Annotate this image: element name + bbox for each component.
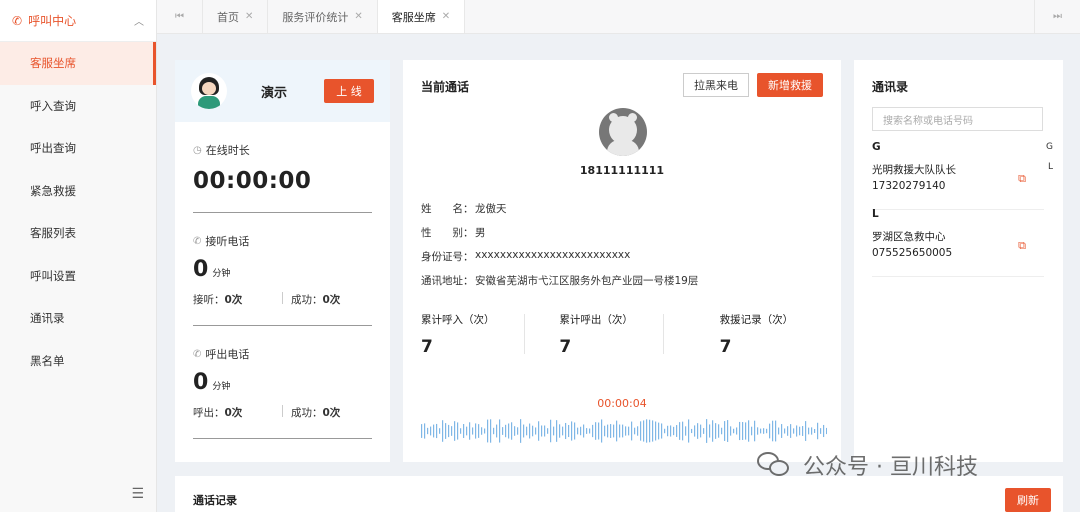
tab-label: 客服坐席 [391, 10, 436, 24]
total-incoming: 累计呼入（次） 7 [421, 314, 495, 357]
copy-icon[interactable]: ⧉ [1018, 239, 1026, 253]
add-rescue-button[interactable]: 新增救援 [757, 73, 823, 97]
divider [193, 212, 372, 213]
agent-header: 演示 上 线 [175, 60, 390, 122]
outgoing-minutes: 0 [193, 370, 209, 395]
agent-card: 演示 上 线 ◷ 在线时长 00:00:00 ✆ 接听电话 0 分钟 接听：0次 成… [175, 60, 390, 462]
caller-gender-row: 性 别：男 [421, 227, 486, 239]
tab-label: 首页 [217, 10, 239, 24]
contacts-card: 通讯录 搜索名称或电话号码 G G L 光明救援大队队长 17320279140… [854, 60, 1063, 462]
caller-phone: 18111111111 [579, 164, 665, 177]
close-icon[interactable]: ✕ [354, 11, 362, 22]
tab-service-evaluation[interactable]: 服务评价统计 ✕ [268, 0, 378, 33]
answered-count: 接听：0次 [193, 294, 243, 306]
contact-name: 光明救援大队队长 [872, 164, 956, 176]
contact-group-letter: G [872, 141, 881, 153]
online-duration-label: ◷ 在线时长 [193, 142, 372, 158]
caller-name-row: 姓 名： 龙傲天 [421, 203, 507, 215]
call-timer: 00:00:04 [597, 397, 647, 410]
wechat-icon [757, 452, 791, 478]
tab-agent-seat[interactable]: 客服坐席 ✕ [377, 0, 466, 33]
tab-bar: ⏮ 首页 ✕ 服务评价统计 ✕ 客服坐席 ✕ ⏭ [157, 0, 1080, 34]
online-duration-value: 00:00:00 [193, 168, 312, 194]
close-icon[interactable]: ✕ [442, 11, 450, 22]
sidebar-header-label: 呼叫中心 [28, 14, 77, 28]
close-icon[interactable]: ✕ [245, 11, 253, 22]
contacts-search-input[interactable]: 搜索名称或电话号码 [872, 107, 1043, 131]
divider [193, 438, 372, 439]
sidebar-item-emergency-rescue[interactable]: 紧急救援 [0, 170, 156, 213]
sidebar-item-address-book[interactable]: 通讯录 [0, 297, 156, 340]
phone-icon: ✆ [193, 348, 202, 360]
watermark-text: 公众号 · 亘川科技 [803, 455, 978, 480]
go-online-button[interactable]: 上 线 [324, 79, 374, 103]
audio-waveform [421, 419, 827, 443]
contact-entry[interactable]: 罗湖区急救中心 075525650005 ⧉ [872, 229, 1044, 277]
outgoing-success-count: 成功：0次 [291, 407, 341, 419]
total-outgoing: 累计呼出（次） 7 [559, 314, 633, 357]
current-call-title: 当前通话 [421, 80, 470, 94]
incoming-minutes: 0 [193, 257, 209, 282]
called-count: 呼出：0次 [193, 407, 243, 419]
caller-address-row: 通讯地址： 安徽省芜湖市弋江区服务外包产业园一号楼19层 [421, 275, 699, 287]
contact-entry[interactable]: 光明救援大队队长 17320279140 ⧉ [872, 162, 1044, 210]
blacklist-caller-button[interactable]: 拉黑来电 [683, 73, 749, 97]
minutes-unit: 分钟 [212, 269, 231, 279]
scroll-right-icon[interactable]: ⏭ [1034, 0, 1080, 33]
current-call-card: 当前通话 拉黑来电 新增救援 18111111111 姓 名： 龙傲天 性 别：男… [403, 60, 841, 462]
index-letter-g[interactable]: G [1046, 142, 1053, 152]
sidebar-header[interactable]: ✆ 呼叫中心 ︿ [0, 0, 156, 42]
contact-group-letter: L [872, 208, 879, 220]
tab-label: 服务评价统计 [282, 10, 349, 24]
phone-icon: ✆ [12, 13, 23, 28]
sidebar: ✆ 呼叫中心 ︿ 客服坐席 呼入查询 呼出查询 紧急救援 客服列表 呼叫设置 通… [0, 0, 157, 512]
collapse-menu-icon[interactable]: ☰ [131, 486, 144, 502]
sidebar-item-agent-list[interactable]: 客服列表 [0, 212, 156, 255]
agent-name: 演示 [261, 85, 288, 101]
clock-icon: ◷ [193, 144, 202, 156]
divider [193, 325, 372, 326]
contact-name: 罗湖区急救中心 [872, 231, 946, 243]
incoming-calls-text: 接听电话 [205, 235, 250, 248]
sidebar-item-agent-seat[interactable]: 客服坐席 [0, 42, 156, 85]
outgoing-calls-text: 呼出电话 [205, 348, 250, 361]
caller-avatar [599, 108, 647, 156]
refresh-button[interactable]: 刷新 [1005, 488, 1051, 512]
phone-icon: ✆ [193, 235, 202, 247]
sidebar-item-blacklist[interactable]: 黑名单 [0, 340, 156, 383]
call-log-card: 通话记录 刷新 [175, 476, 1063, 512]
online-duration-text: 在线时长 [205, 144, 250, 157]
sidebar-item-outgoing-query[interactable]: 呼出查询 [0, 127, 156, 170]
tab-home[interactable]: 首页 ✕ [203, 0, 269, 33]
call-totals: 累计呼入（次） 7 累计呼出（次） 7 救援记录（次） 7 [421, 312, 823, 357]
total-rescue: 救援记录（次） 7 [719, 314, 794, 357]
call-log-title: 通话记录 [193, 494, 237, 507]
incoming-success-count: 成功：0次 [291, 294, 341, 306]
sidebar-item-incoming-query[interactable]: 呼入查询 [0, 85, 156, 128]
outgoing-calls-label: ✆ 呼出电话 [193, 346, 372, 362]
index-letter-l[interactable]: L [1048, 162, 1053, 172]
incoming-calls-label: ✆ 接听电话 [193, 233, 372, 249]
copy-icon[interactable]: ⧉ [1018, 172, 1026, 186]
caller-id-row: 身份证号： xxxxxxxxxxxxxxxxxxxxxxxxx [421, 249, 631, 263]
scroll-left-icon[interactable]: ⏮ [157, 0, 203, 33]
minutes-unit: 分钟 [212, 382, 231, 392]
contact-phone: 075525650005 [872, 247, 953, 259]
chevron-up-icon[interactable]: ︿ [134, 13, 144, 28]
contact-phone: 17320279140 [872, 180, 946, 192]
avatar [191, 73, 227, 109]
contacts-title: 通讯录 [872, 80, 909, 94]
sidebar-item-call-settings[interactable]: 呼叫设置 [0, 255, 156, 298]
watermark: 公众号 · 亘川科技 [757, 449, 978, 481]
